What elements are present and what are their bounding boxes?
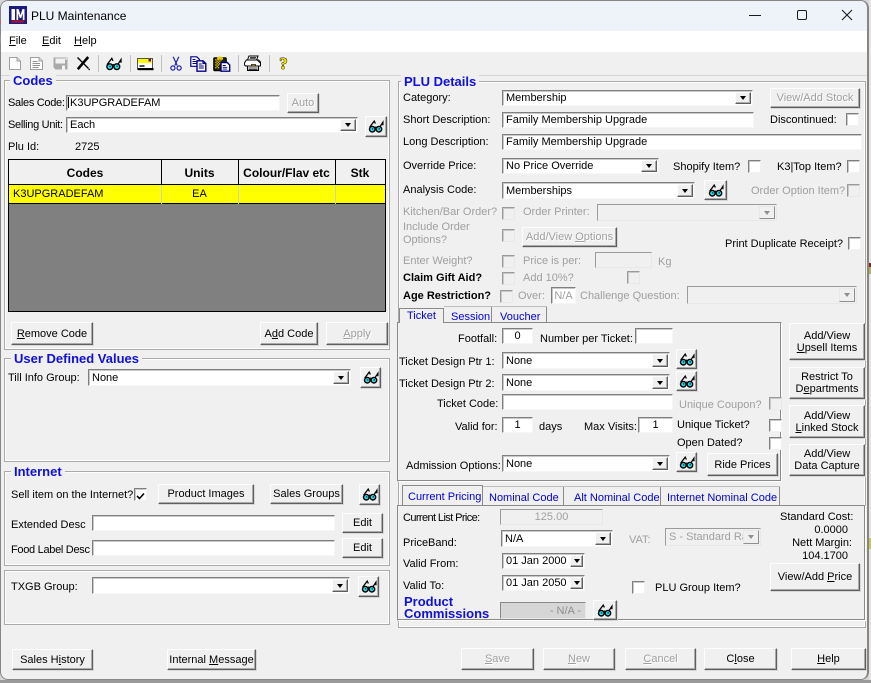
svg-text:?: ? (279, 55, 288, 72)
